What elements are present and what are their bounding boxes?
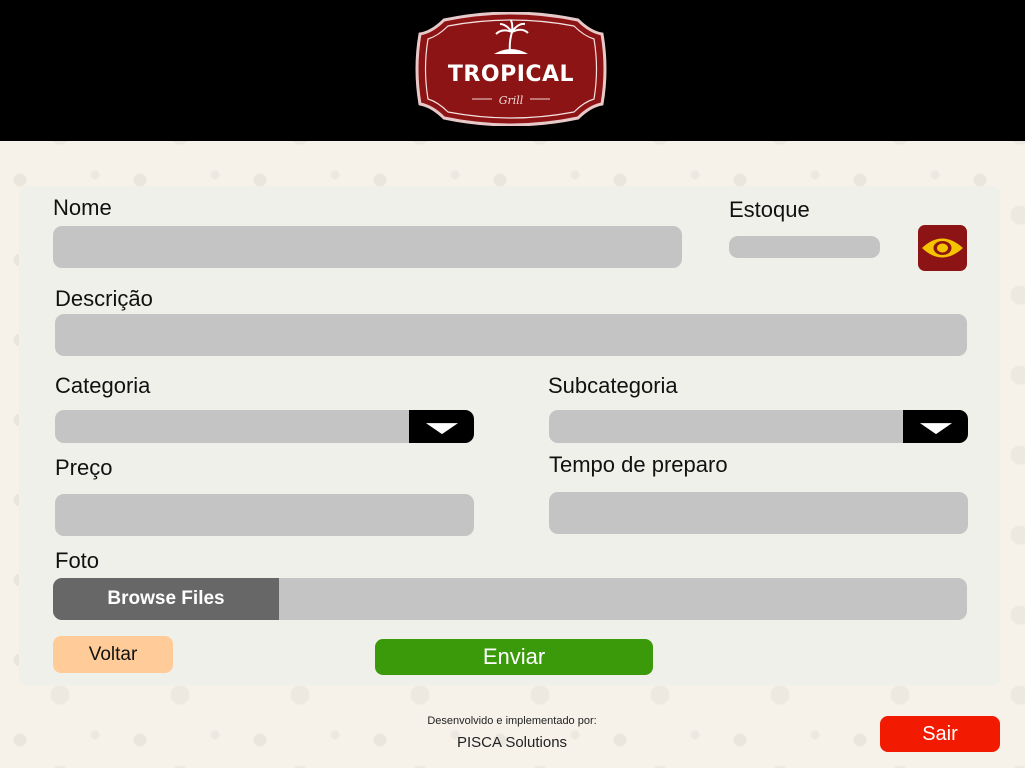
descricao-input[interactable] (55, 314, 967, 356)
developer-company: PISCA Solutions (456, 734, 568, 751)
sair-button[interactable]: Sair (880, 716, 1000, 752)
subcategoria-dropdown-button[interactable] (903, 410, 968, 443)
descricao-label: Descrição (55, 286, 153, 311)
logo-title: TROPICAL (447, 62, 575, 87)
app-header: TROPICAL Grill (0, 0, 1025, 141)
nome-input[interactable] (53, 226, 682, 268)
estoque-input[interactable] (729, 236, 880, 258)
categoria-label: Categoria (55, 373, 151, 398)
logo-subtitle: Grill (498, 94, 524, 107)
preco-input[interactable] (55, 494, 474, 536)
categoria-dropdown-button[interactable] (409, 410, 474, 443)
visibility-toggle-button[interactable] (918, 225, 967, 271)
eye-icon (922, 238, 963, 258)
nome-label: Nome (53, 195, 112, 220)
browse-files-button[interactable]: Browse Files (53, 578, 279, 620)
preco-label: Preço (55, 455, 113, 480)
subcategoria-label: Subcategoria (548, 373, 678, 398)
developer-caption: Desenvolvido e implementado por: (427, 715, 597, 727)
tempo-preparo-label: Tempo de preparo (549, 452, 728, 477)
tropical-grill-logo: TROPICAL Grill (414, 11, 608, 127)
foto-label: Foto (55, 548, 100, 573)
enviar-button[interactable]: Enviar (375, 639, 653, 675)
estoque-label: Estoque (729, 197, 810, 222)
voltar-button[interactable]: Voltar (53, 636, 173, 673)
tempo-preparo-input[interactable] (549, 492, 968, 534)
